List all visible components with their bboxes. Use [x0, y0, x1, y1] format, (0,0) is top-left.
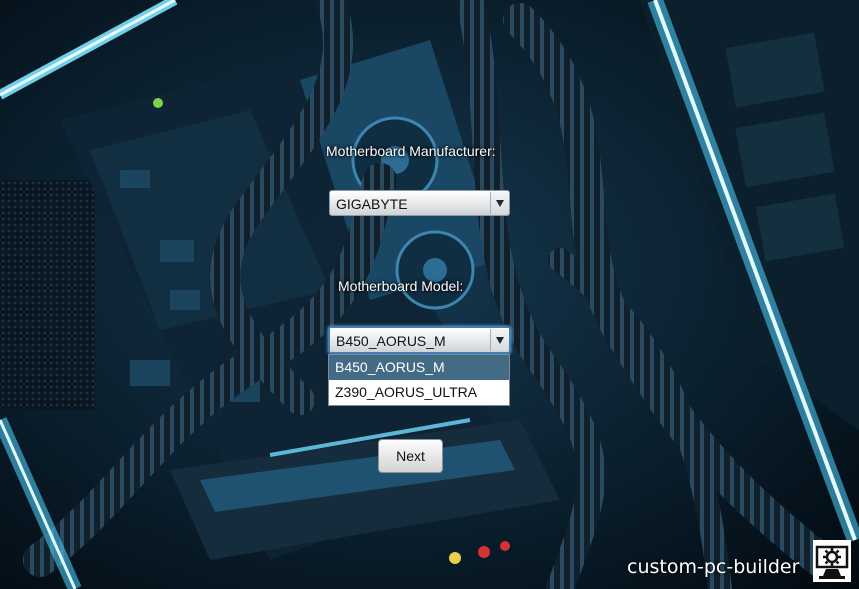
brand-text: custom-pc-builder [627, 556, 800, 578]
manufacturer-select[interactable]: GIGABYTE [329, 190, 510, 216]
chevron-down-icon[interactable] [490, 329, 508, 351]
model-select[interactable]: B450_AORUS_M [328, 326, 511, 354]
chevron-down-icon[interactable] [490, 192, 508, 214]
next-button[interactable]: Next [378, 439, 443, 473]
manufacturer-label: Motherboard Manufacturer: [326, 143, 496, 159]
manufacturer-select-value: GIGABYTE [336, 196, 408, 212]
model-label: Motherboard Model: [338, 278, 464, 294]
monitor-gear-icon [813, 540, 851, 582]
model-dropdown-list: B450_AORUS_M Z390_AORUS_ULTRA [328, 354, 510, 406]
model-select-value: B450_AORUS_M [336, 333, 446, 349]
background-pc-image [0, 0, 859, 589]
model-option-z390-aorus-ultra[interactable]: Z390_AORUS_ULTRA [329, 380, 509, 405]
model-option-b450-aorus-m[interactable]: B450_AORUS_M [329, 355, 509, 380]
